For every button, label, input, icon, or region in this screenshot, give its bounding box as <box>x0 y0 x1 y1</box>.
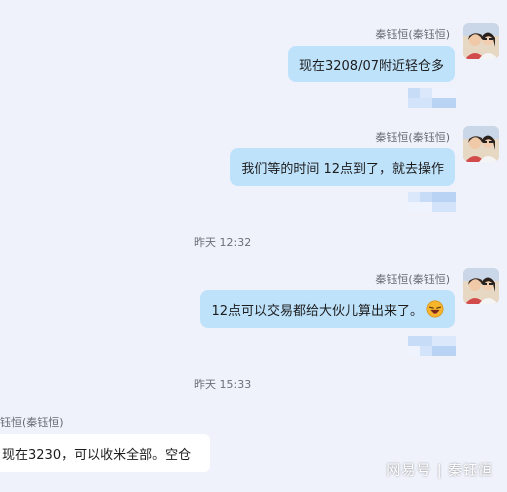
avatar[interactable] <box>463 268 499 304</box>
user-avatar-icon <box>463 126 499 162</box>
avatar[interactable] <box>463 23 499 59</box>
message-text: 现在3230，可以收米全部。空仓 <box>2 447 192 463</box>
user-avatar-icon <box>463 268 499 304</box>
message-text: 我们等的时间 12点到了，就去操作 <box>241 161 444 177</box>
sender-name: 秦钰恒(秦钰恒) <box>0 416 64 429</box>
watermark: 网易号 | 秦钰恒 <box>386 463 493 479</box>
blurred-read-receipt <box>408 336 456 356</box>
sender-name: 秦钰恒(秦钰恒) <box>375 131 450 144</box>
user-avatar-icon <box>463 23 499 59</box>
sender-name: 秦钰恒(秦钰恒) <box>375 273 450 286</box>
message-text: 12点可以交易都给大伙儿算出来了。 <box>211 303 423 319</box>
avatar[interactable] <box>463 126 499 162</box>
timestamp: 昨天 12:32 <box>194 236 252 249</box>
message-bubble[interactable]: 我们等的时间 12点到了，就去操作 <box>230 148 455 186</box>
blurred-read-receipt <box>408 88 456 108</box>
message-text: 现在3208/07附近轻仓多 <box>298 58 444 74</box>
message-bubble[interactable]: 现在3208/07附近轻仓多 <box>287 46 455 82</box>
message-bubble[interactable]: 现在3230，可以收米全部。空仓 <box>0 434 210 472</box>
sender-name: 秦钰恒(秦钰恒) <box>375 28 450 41</box>
blurred-read-receipt <box>408 192 456 212</box>
timestamp: 昨天 15:33 <box>194 378 252 391</box>
message-bubble[interactable]: 12点可以交易都给大伙儿算出来了。 <box>200 290 455 328</box>
laughing-emoji-icon <box>426 300 444 318</box>
